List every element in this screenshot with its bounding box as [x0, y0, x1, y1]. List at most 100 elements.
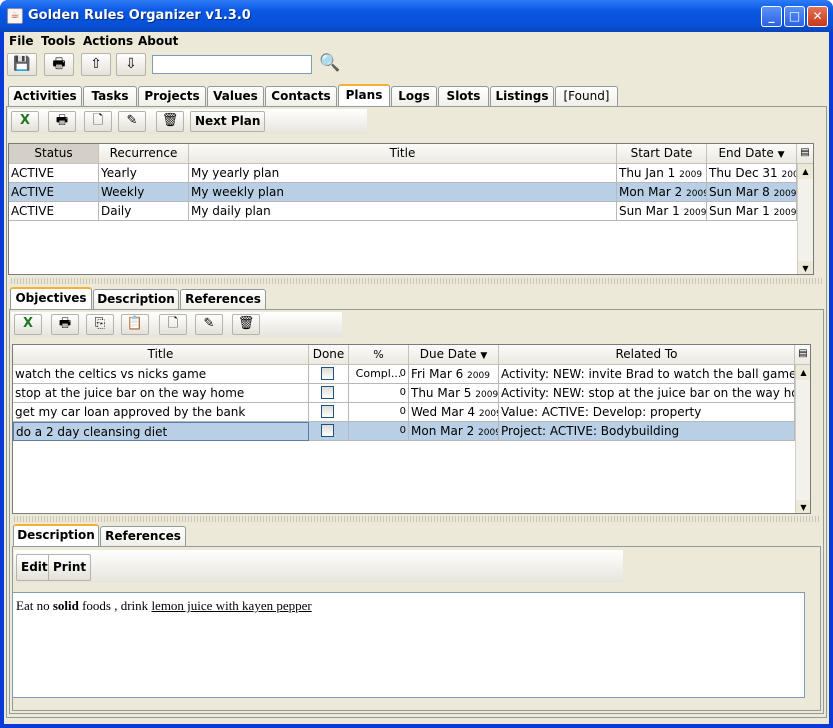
tab-listings[interactable]: Listings [490, 86, 554, 106]
table-row[interactable]: ACTIVE Daily My daily plan Sun Mar 1 200… [9, 202, 797, 221]
description-bold-text: solid [52, 598, 79, 613]
cell-related: Activity: NEW: invite Brad to watch the … [499, 365, 795, 384]
print-button[interactable]: Print [48, 554, 92, 581]
col-title[interactable]: Title [189, 144, 617, 164]
plans-scrollbar[interactable]: ▲ ▼ [797, 164, 813, 274]
tab-tasks[interactable]: Tasks [83, 86, 137, 106]
menu-tools[interactable]: Tools [41, 34, 75, 48]
print-icon[interactable]: 🖶 [44, 53, 74, 76]
tab-logs[interactable]: Logs [391, 86, 437, 106]
scroll-up-icon[interactable]: ▲ [796, 365, 810, 380]
table-row[interactable]: watch the celtics vs nicks game 0 Fri Ma… [13, 365, 795, 384]
tab-references[interactable]: References [180, 289, 266, 309]
col-percent-complete[interactable]: % Compl... [349, 345, 409, 380]
done-checkbox[interactable] [321, 367, 334, 380]
col-due-date-label: Due Date [419, 347, 477, 361]
print-icon[interactable]: 🖶 [51, 314, 79, 335]
start-date-text: Thu Jan 1 [619, 166, 676, 180]
trash-icon[interactable]: 🗑 [232, 314, 260, 335]
col-related-to[interactable]: Related To [499, 345, 795, 365]
cell-percent: 0 [349, 365, 409, 384]
done-checkbox[interactable] [321, 405, 334, 418]
maximize-button[interactable]: □ [784, 6, 805, 27]
new-icon[interactable]: 🗋 [84, 111, 112, 132]
tab-references[interactable]: References [100, 526, 186, 546]
done-checkbox[interactable] [321, 424, 334, 437]
due-year: 2009 [478, 428, 499, 438]
cell-done [309, 403, 349, 422]
upload-icon[interactable]: ⇧ [81, 53, 111, 76]
next-plan-button[interactable]: Next Plan [190, 111, 266, 132]
split-divider[interactable] [9, 278, 824, 284]
menu-about[interactable]: About [138, 34, 178, 48]
objectives-scrollbar[interactable]: ▲ ▼ [795, 365, 810, 513]
cell-percent: 0 [349, 403, 409, 422]
new-icon[interactable]: 🗋 [159, 314, 187, 335]
table-row[interactable]: get my car loan approved by the bank 0 W… [13, 403, 795, 422]
done-checkbox[interactable] [321, 386, 334, 399]
save-icon[interactable]: 💾 [7, 53, 37, 76]
print-icon[interactable]: 🖶 [48, 111, 76, 132]
main-toolbar: 💾 🖶 ⇧ ⇩ 🔍 [4, 51, 829, 79]
tab-contacts[interactable]: Contacts [265, 86, 337, 106]
paste-icon[interactable]: 📋 [121, 314, 149, 335]
col-start-date[interactable]: Start Date [617, 144, 707, 164]
search-input[interactable] [152, 55, 312, 74]
col-recurrence[interactable]: Recurrence [99, 144, 189, 164]
title-bar[interactable]: ☕ Golden Rules Organizer v1.3.0 _ □ ✕ [0, 0, 833, 32]
col-end-date[interactable]: End Date ▼ [707, 144, 797, 164]
tab-projects[interactable]: Projects [138, 86, 206, 106]
split-divider[interactable] [12, 516, 821, 522]
tab-values[interactable]: Values [207, 86, 264, 106]
cell-status: ACTIVE [9, 202, 99, 221]
edit-icon[interactable]: ✎ [118, 111, 146, 132]
menu-file[interactable]: File [9, 34, 34, 48]
cell-start-date: Thu Jan 1 2009 [617, 164, 707, 183]
due-date-text: Mon Mar 2 [411, 424, 475, 438]
col-due-date[interactable]: Due Date ▼ [409, 345, 499, 365]
edit-icon[interactable]: ✎ [195, 314, 223, 335]
due-year: 2009 [478, 409, 498, 419]
table-row-selected[interactable]: do a 2 day cleansing diet 0 Mon Mar 2 20… [13, 422, 795, 441]
close-button[interactable]: ✕ [807, 6, 828, 27]
cell-title: My weekly plan [189, 183, 617, 202]
excel-icon[interactable]: X [14, 314, 42, 335]
tab-description[interactable]: Description [93, 289, 179, 309]
minimize-button[interactable]: _ [761, 6, 782, 27]
copy-icon[interactable]: ⎘ [86, 314, 114, 335]
description-text-area[interactable]: Eat no solid foods , drink lemon juice w… [12, 592, 805, 698]
cell-percent: 0 [349, 384, 409, 403]
table-row[interactable]: stop at the juice bar on the way home 0 … [13, 384, 795, 403]
cell-recurrence: Yearly [99, 164, 189, 183]
column-chooser-icon[interactable]: ▤ [797, 144, 813, 164]
scroll-down-icon[interactable]: ▼ [796, 500, 810, 513]
excel-icon[interactable]: X [11, 111, 39, 132]
tab-found[interactable]: [Found] [555, 86, 618, 106]
col-done[interactable]: Done [309, 345, 349, 365]
cell-done [309, 422, 349, 441]
tab-objectives[interactable]: Objectives [10, 287, 92, 309]
tab-plans[interactable]: Plans [338, 84, 390, 106]
col-status[interactable]: Status [9, 144, 99, 164]
tab-description[interactable]: Description [13, 524, 99, 546]
scroll-up-icon[interactable]: ▲ [798, 164, 813, 179]
cell-due-date: Mon Mar 2 2009 [409, 422, 499, 441]
description-text: Eat no [16, 598, 53, 613]
due-year: 2009 [467, 371, 490, 381]
cell-title: My yearly plan [189, 164, 617, 183]
tab-activities[interactable]: Activities [8, 86, 82, 106]
tab-slots[interactable]: Slots [438, 86, 489, 106]
trash-icon[interactable]: 🗑 [156, 111, 184, 132]
search-icon[interactable]: 🔍 [319, 53, 340, 73]
due-date-text: Thu Mar 5 [411, 386, 472, 400]
table-row-selected[interactable]: ACTIVE Weekly My weekly plan Mon Mar 2 2… [9, 183, 797, 202]
column-chooser-icon[interactable]: ▤ [795, 345, 810, 365]
cell-related: Project: ACTIVE: Bodybuilding [499, 422, 795, 441]
scroll-down-icon[interactable]: ▼ [798, 261, 813, 274]
table-row[interactable]: ACTIVE Yearly My yearly plan Thu Jan 1 2… [9, 164, 797, 183]
end-year: 2009 [773, 208, 797, 218]
objectives-table: Title Done % Compl... Due Date ▼ Related… [12, 344, 811, 514]
menu-actions[interactable]: Actions [83, 34, 133, 48]
col-title[interactable]: Title [13, 345, 309, 365]
download-icon[interactable]: ⇩ [116, 53, 146, 76]
